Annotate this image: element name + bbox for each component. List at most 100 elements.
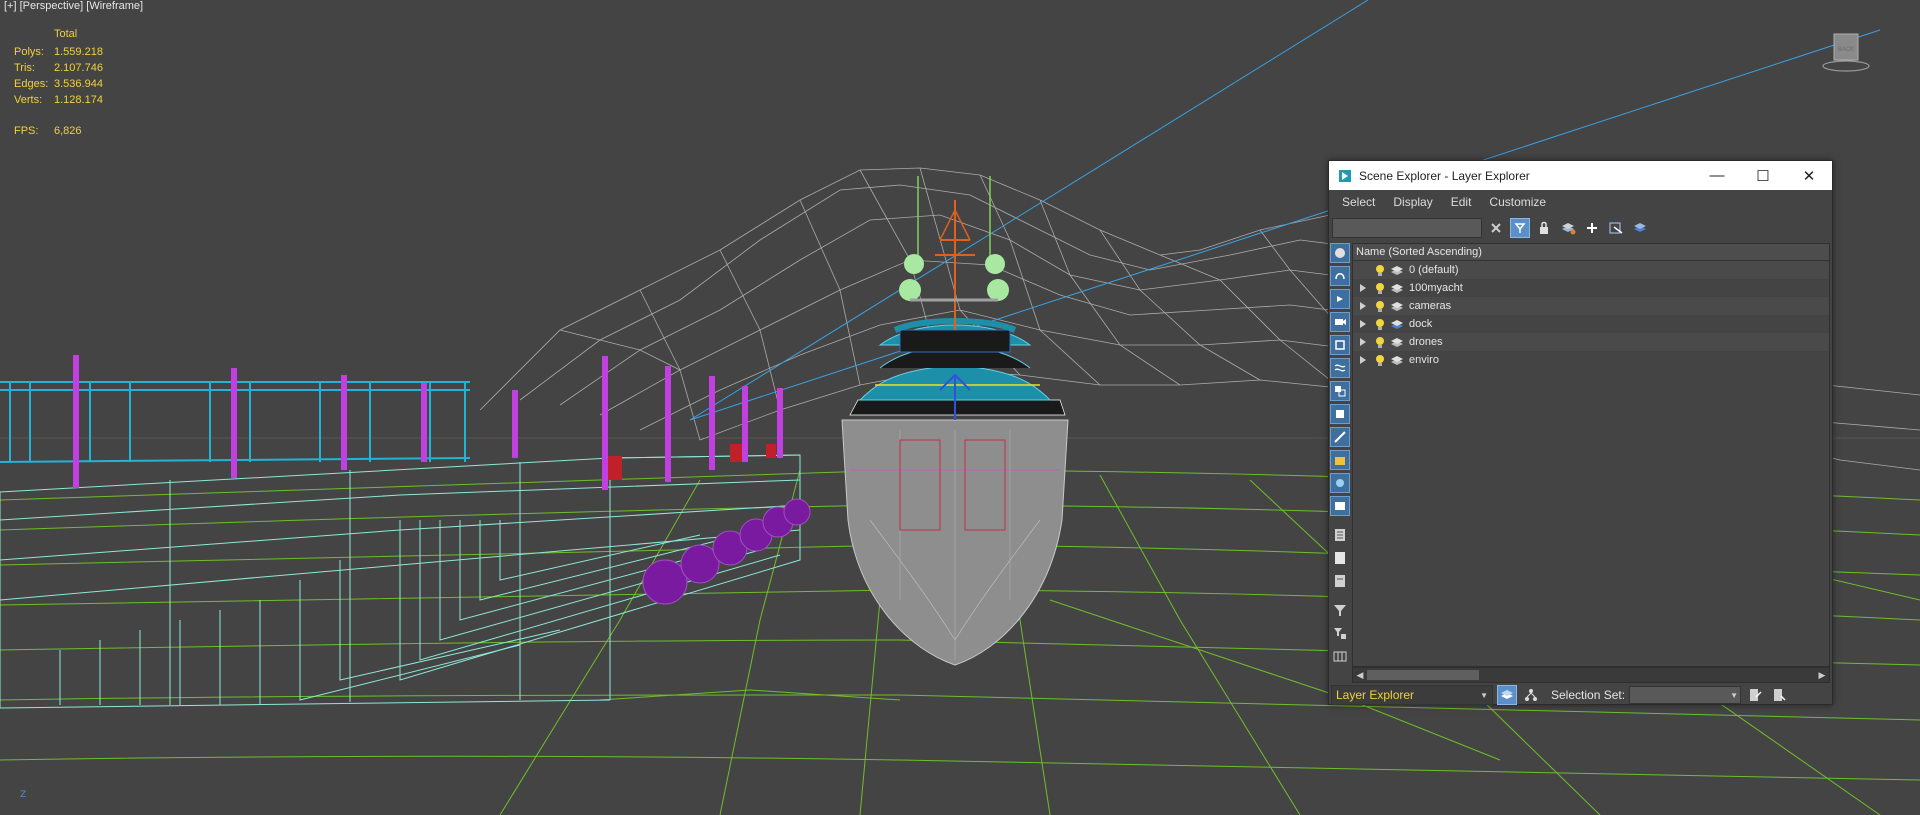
layer-row[interactable]: enviro [1353,351,1829,369]
display-groups-icon[interactable] [1330,381,1350,401]
layer-name: cameras [1409,300,1452,312]
filter-options-icon[interactable] [1330,623,1350,643]
stats-label: Polys: [14,46,44,58]
display-spacewarps-icon[interactable] [1330,358,1350,378]
display-none-icon[interactable] [1330,548,1350,568]
display-containers-icon[interactable] [1330,450,1350,470]
layer-icon [1389,336,1405,348]
menu-display[interactable]: Display [1384,195,1441,209]
explorer-menubar: Select Display Edit Customize [1329,190,1832,214]
set-current-layer-icon[interactable] [1630,218,1650,238]
manage-selection-sets-icon[interactable] [1769,685,1789,705]
layer-tree[interactable]: Name (Sorted Ascending) 0 (default) 100my… [1352,243,1830,667]
stats-label: FPS: [14,125,39,137]
viewport-menu-view[interactable]: [Perspective] [20,0,84,12]
stats-label: Tris: [14,62,35,74]
expand-arrow-icon[interactable] [1356,302,1370,310]
sort-by-hierarchy-icon[interactable] [1521,685,1541,705]
display-shapes-icon[interactable] [1330,266,1350,286]
expand-arrow-icon[interactable] [1356,338,1370,346]
scroll-right-icon[interactable]: ▶ [1815,668,1829,682]
selection-set-dropdown[interactable]: ▼ [1629,686,1742,704]
minimize-button[interactable]: — [1694,161,1740,190]
add-selected-icon[interactable] [1582,218,1602,238]
stats-tris: 2.107.746 [54,62,103,74]
stats-verts: 1.128.174 [54,94,103,106]
layer-name: 100myacht [1409,282,1463,294]
explorer-statusbar: Layer Explorer ▼ Selection Set: ▼ [1329,684,1832,706]
explorer-toolbar [1329,214,1832,242]
lock-icon[interactable] [1534,218,1554,238]
display-lights-icon[interactable] [1330,289,1350,309]
stats-edges: 3.536.944 [54,78,103,90]
display-bones-icon[interactable] [1330,427,1350,447]
axis-z-label: Z [20,790,27,800]
scene-explorer-window[interactable]: Scene Explorer - Layer Explorer — ☐ ✕ Se… [1328,160,1833,705]
expand-arrow-icon[interactable] [1356,284,1370,292]
lightbulb-icon[interactable] [1373,300,1387,313]
layer-list: 0 (default) 100myacht cameras dock drones env… [1353,261,1829,369]
display-helpers-icon[interactable] [1330,335,1350,355]
display-hidden-icon[interactable] [1330,496,1350,516]
window-titlebar[interactable]: Scene Explorer - Layer Explorer — ☐ ✕ [1329,161,1832,190]
viewport-label[interactable]: [+] [Perspective] [Wireframe] [4,0,143,12]
explorer-filter-strip [1329,243,1351,673]
dock-posts [73,355,783,490]
edit-selection-set-icon[interactable] [1745,685,1765,705]
3dsmax-app-icon [1339,169,1351,182]
scroll-left-icon[interactable]: ◀ [1353,668,1367,682]
selection-set-label: Selection Set: [1551,688,1626,702]
clear-search-icon[interactable] [1486,218,1506,238]
scrollbar-thumb[interactable] [1367,670,1479,680]
filter-icon[interactable] [1330,600,1350,620]
close-button[interactable]: ✕ [1786,161,1832,190]
window-title: Scene Explorer - Layer Explorer [1359,168,1530,183]
camera-line [689,0,1369,421]
display-xrefs-icon[interactable] [1330,404,1350,424]
fenders [642,498,811,605]
lightbulb-icon[interactable] [1373,354,1387,367]
layer-row[interactable]: cameras [1353,297,1829,315]
layer-icon [1389,354,1405,366]
horizontal-scrollbar[interactable]: ◀ ▶ [1352,667,1830,683]
explorer-mode-dropdown[interactable]: Layer Explorer ▼ [1331,685,1493,705]
viewport-menu-plus[interactable]: [+] [4,0,17,12]
viewport-menu-shading[interactable]: [Wireframe] [86,0,143,12]
display-cameras-icon[interactable] [1330,312,1350,332]
lightbulb-icon[interactable] [1373,336,1387,349]
layer-icon [1389,318,1405,330]
search-input[interactable] [1332,218,1482,238]
maximize-button[interactable]: ☐ [1740,161,1786,190]
axis-tripod: Z [20,790,26,800]
expand-arrow-icon[interactable] [1356,320,1370,328]
menu-edit[interactable]: Edit [1442,195,1481,209]
layer-row[interactable]: 0 (default) [1353,261,1829,279]
display-all-icon[interactable] [1330,525,1350,545]
layer-icon [1389,264,1405,276]
stats-polys: 1.559.218 [54,46,103,58]
display-frozen-icon[interactable] [1330,473,1350,493]
sort-by-layer-icon[interactable] [1497,685,1517,705]
select-in-layer-icon[interactable] [1606,218,1626,238]
viewcube[interactable]: BACK [1822,30,1870,74]
layer-row[interactable]: drones [1353,333,1829,351]
column-header-name[interactable]: Name (Sorted Ascending) [1353,244,1829,261]
lightbulb-icon[interactable] [1373,318,1387,331]
yacht-model [841,176,1069,666]
display-geometry-icon[interactable] [1330,243,1350,263]
find-case-sensitive-icon[interactable] [1510,218,1530,238]
lightbulb-icon[interactable] [1373,264,1387,277]
expand-arrow-icon[interactable] [1356,356,1370,364]
chevron-down-icon: ▼ [1730,690,1739,700]
menu-select[interactable]: Select [1333,195,1384,209]
viewcube-face-label: BACK [1838,47,1854,53]
lightbulb-icon[interactable] [1373,282,1387,295]
invert-display-icon[interactable] [1330,571,1350,591]
create-layer-icon[interactable] [1558,218,1578,238]
stats-label: Edges: [14,78,49,90]
layer-row[interactable]: 100myacht [1353,279,1829,297]
menu-customize[interactable]: Customize [1480,195,1555,209]
statistics-overlay: Total Polys: 1.559.218 Tris: 2.107.746 Edg… [14,28,103,139]
configure-columns-icon[interactable] [1330,646,1350,666]
layer-row[interactable]: dock [1353,315,1829,333]
